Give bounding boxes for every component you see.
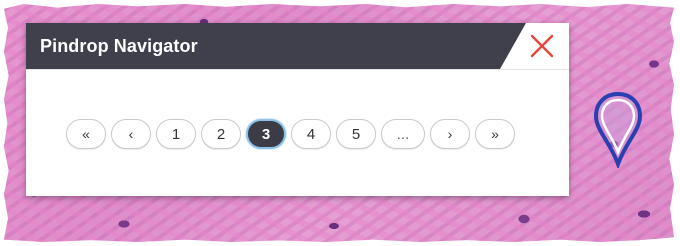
pagination: « ‹ 1 2 3 4 5 ... › » <box>66 119 515 149</box>
next-page-button[interactable]: › <box>430 119 470 149</box>
map-pin-icon[interactable] <box>592 90 644 168</box>
more-pages-button[interactable]: ... <box>381 119 425 149</box>
first-page-button[interactable]: « <box>66 119 106 149</box>
navigator-title: Pindrop Navigator <box>40 35 198 56</box>
page-button-1[interactable]: 1 <box>156 119 196 149</box>
title-bar: Pindrop Navigator <box>26 23 526 69</box>
header-divider <box>26 69 569 70</box>
page-button-3-current[interactable]: 3 <box>246 119 286 149</box>
close-icon <box>530 34 554 58</box>
page-button-2[interactable]: 2 <box>201 119 241 149</box>
navigator-header: Pindrop Navigator <box>26 23 569 69</box>
pindrop-navigator-panel: Pindrop Navigator « ‹ 1 2 3 4 5 ... › » <box>26 23 569 196</box>
close-button[interactable] <box>527 31 557 61</box>
previous-page-button[interactable]: ‹ <box>111 119 151 149</box>
page-button-4[interactable]: 4 <box>291 119 331 149</box>
page-button-5[interactable]: 5 <box>336 119 376 149</box>
last-page-button[interactable]: » <box>475 119 515 149</box>
